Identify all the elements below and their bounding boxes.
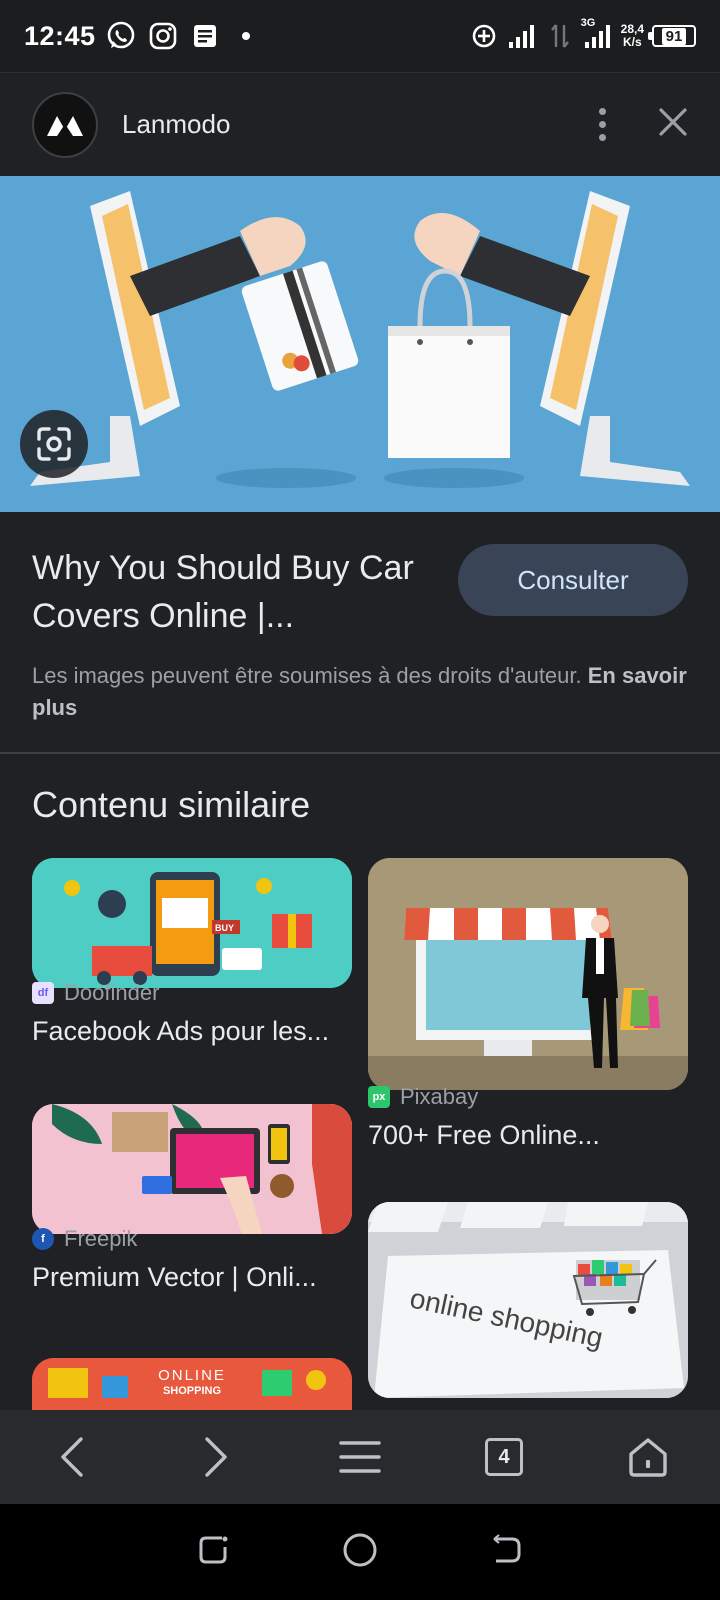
signal-icon-sim2: 3G: [581, 17, 613, 51]
more-options-icon[interactable]: [599, 108, 606, 141]
card-source-1: df Doofinder: [32, 980, 159, 1006]
card-title-1[interactable]: Facebook Ads pour les...: [32, 1016, 352, 1047]
buy-tag-text: BUY: [215, 923, 234, 933]
back-system-button[interactable]: [490, 1533, 524, 1572]
back-arrow-icon: [493, 1533, 521, 1562]
pixabay-favicon-icon: px: [368, 1086, 390, 1108]
site-name: Lanmodo: [122, 109, 231, 139]
circle-home-icon: [343, 1533, 377, 1566]
site-header: Lanmodo: [0, 72, 720, 176]
card-source-2: px Pixabay: [368, 1084, 478, 1110]
similar-content-section: Contenu similaire BUY df Doofinder Faceb…: [0, 754, 720, 1410]
recent-apps-button[interactable]: [196, 1533, 230, 1572]
battery-icon: 91: [648, 25, 696, 47]
freepik-favicon-icon: f: [32, 1228, 54, 1250]
card-title-3[interactable]: Premium Vector | Onli...: [32, 1262, 352, 1293]
shopping-tablet-illustration: [32, 1104, 352, 1234]
similar-card-image-4[interactable]: online shopping: [368, 1202, 688, 1398]
online-shopping-illustration: [0, 176, 720, 512]
similar-card-image-1[interactable]: BUY: [32, 858, 352, 988]
status-bar: 12:45 3G 28,4 K/s 91: [0, 0, 720, 72]
poster-text-shopping: SHOPPING: [163, 1385, 221, 1397]
card-title-2[interactable]: 700+ Free Online...: [368, 1120, 688, 1151]
copyright-notice: Les images peuvent être soumises à des d…: [32, 660, 688, 724]
image-title[interactable]: Why You Should Buy Car Covers Online |..…: [32, 544, 432, 640]
status-time: 12:45: [24, 20, 96, 51]
home-button[interactable]: [612, 1421, 684, 1493]
news-icon: [190, 21, 220, 51]
google-lens-button[interactable]: [20, 410, 88, 478]
notification-dot-icon: [241, 32, 250, 40]
close-icon[interactable]: [658, 107, 688, 142]
back-button[interactable]: [36, 1421, 108, 1493]
network-type: 3G: [580, 17, 596, 29]
card-source-name: Doofinder: [64, 980, 160, 1005]
net-speed: 28,4 K/s: [621, 23, 644, 49]
home-icon: [629, 1438, 667, 1477]
similar-card-image-5[interactable]: ONLINE SHOPPING: [32, 1358, 352, 1410]
online-shopping-poster: ONLINE SHOPPING: [32, 1358, 352, 1410]
forward-button[interactable]: [180, 1421, 252, 1493]
menu-button[interactable]: [324, 1421, 396, 1493]
similar-card-image-2[interactable]: [368, 858, 688, 1090]
browser-toolbar: 4: [0, 1410, 720, 1504]
instagram-icon: [148, 21, 178, 51]
card-source-name: Freepik: [64, 1226, 138, 1251]
data-transfer-icon: [545, 21, 575, 51]
storefront-illustration: [368, 858, 688, 1090]
similar-card-image-3[interactable]: [32, 1104, 352, 1234]
hamburger-icon: [339, 1441, 381, 1473]
online-shopping-keyboard-photo: online shopping: [368, 1202, 688, 1398]
net-speed-unit: K/s: [622, 35, 642, 49]
site-logo[interactable]: [32, 91, 98, 158]
card-source-3: f Freepik: [32, 1226, 137, 1252]
ecommerce-banner-illustration: BUY: [32, 858, 352, 988]
poster-text-online: ONLINE: [158, 1367, 226, 1384]
battery-level: 91: [661, 27, 687, 45]
lanmodo-logo-icon: [47, 115, 83, 136]
doofinder-favicon-icon: df: [32, 982, 54, 1004]
tab-count: 4: [485, 1438, 523, 1476]
image-info-panel: Why You Should Buy Car Covers Online |..…: [0, 512, 720, 752]
data-saver-icon: [469, 21, 499, 51]
home-system-button[interactable]: [341, 1531, 379, 1574]
preview-image[interactable]: [0, 176, 720, 512]
system-nav-bar: [0, 1504, 720, 1600]
tabs-button[interactable]: 4: [468, 1421, 540, 1493]
similar-content-heading: Contenu similaire: [32, 784, 311, 825]
consult-button[interactable]: Consulter: [458, 544, 688, 616]
card-source-name: Pixabay: [400, 1084, 479, 1109]
copyright-text: Les images peuvent être soumises à des d…: [32, 663, 582, 688]
chevron-right-icon: [205, 1437, 227, 1477]
chevron-left-icon: [61, 1437, 83, 1477]
signal-icon-sim1: [507, 21, 537, 51]
whatsapp-icon: [106, 21, 136, 51]
lens-icon: [37, 427, 71, 461]
recent-apps-icon: [199, 1536, 228, 1563]
